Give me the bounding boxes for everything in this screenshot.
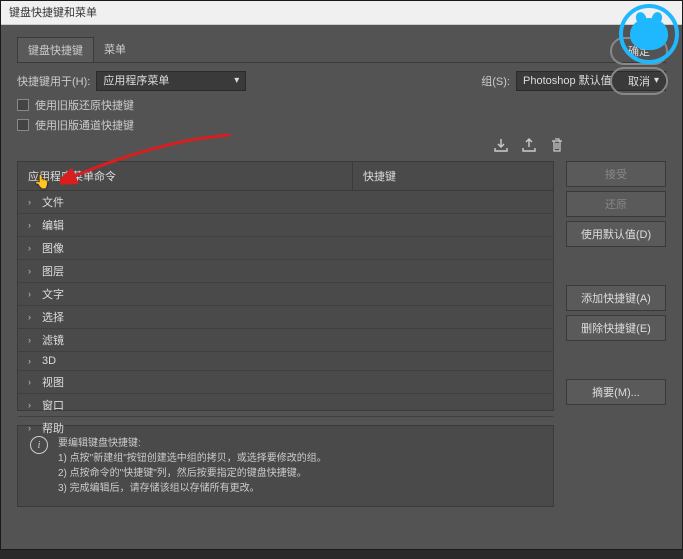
shortcuts-for-label: 快捷键用于(H): (17, 73, 90, 89)
chevron-right-icon: › (28, 312, 38, 322)
tree-item-7[interactable]: › 3D (18, 352, 553, 371)
delete-set-icon[interactable] (548, 137, 566, 153)
info-line-2: 2) 点按命令的"快捷键"列，然后按要指定的键盘快捷键。 (58, 466, 327, 481)
legacy-channel-label: 使用旧版通道快捷键 (35, 117, 134, 133)
tree-item-label: 窗口 (42, 397, 64, 413)
chevron-right-icon: › (28, 266, 38, 276)
table-header: 应用程序菜单命令 快捷键 (17, 161, 554, 191)
tab-shortcuts[interactable]: 键盘快捷键 (17, 37, 94, 62)
tree-item-5[interactable]: › 选择 (18, 306, 553, 329)
tree-item-8[interactable]: › 视图 (18, 371, 553, 394)
col-shortcut: 快捷键 (353, 162, 553, 190)
info-line-3: 3) 完成编辑后，请存储该组以存储所有更改。 (58, 481, 327, 496)
window-titlebar: 键盘快捷键和菜单 (1, 1, 682, 25)
tree-item-1[interactable]: › 编辑 (18, 214, 553, 237)
info-icon: i (30, 436, 48, 454)
info-line-1: 1) 点按"新建组"按钮创建选中组的拷贝，或选择要修改的组。 (58, 451, 327, 466)
chevron-right-icon: › (28, 220, 38, 230)
set-label: 组(S): (481, 73, 510, 89)
chevron-right-icon: › (28, 400, 38, 410)
add-shortcut-button[interactable]: 添加快捷键(A) (566, 285, 666, 311)
tree-item-9[interactable]: › 窗口 (18, 394, 553, 417)
tree-item-label: 帮助 (42, 420, 64, 436)
tree-item-label: 滤镜 (42, 332, 64, 348)
chevron-right-icon: › (28, 335, 38, 345)
summarize-button[interactable]: 摘要(M)... (566, 379, 666, 405)
info-box: i 要编辑键盘快捷键: 1) 点按"新建组"按钮创建选中组的拷贝，或选择要修改的… (17, 425, 554, 507)
window-title: 键盘快捷键和菜单 (9, 7, 97, 19)
legacy-channel-checkbox[interactable] (17, 119, 29, 131)
chevron-right-icon: › (28, 377, 38, 387)
undo-button[interactable]: 还原 (566, 191, 666, 217)
cancel-button[interactable]: 取消 (610, 67, 668, 95)
legacy-undo-label: 使用旧版还原快捷键 (35, 97, 134, 113)
tree-item-6[interactable]: › 滤镜 (18, 329, 553, 352)
tree-item-4[interactable]: › 文字 (18, 283, 553, 306)
chevron-right-icon: › (28, 243, 38, 253)
tree-item-label: 文字 (42, 286, 64, 302)
info-title: 要编辑键盘快捷键: (58, 436, 327, 451)
chevron-right-icon: › (28, 423, 38, 433)
tree-item-label: 图像 (42, 240, 64, 256)
tree-item-label: 图层 (42, 263, 64, 279)
use-default-button[interactable]: 使用默认值(D) (566, 221, 666, 247)
watermark-badge (619, 4, 679, 64)
command-tree[interactable]: ›文件›编辑›图像›图层›文字›选择›滤镜›3D›视图›窗口›帮助 (17, 191, 554, 411)
tree-item-2[interactable]: › 图像 (18, 237, 553, 260)
tabs: 键盘快捷键 菜单 (17, 37, 666, 63)
new-set-icon[interactable] (520, 137, 538, 153)
delete-shortcut-button[interactable]: 删除快捷键(E) (566, 315, 666, 341)
tree-item-3[interactable]: › 图层 (18, 260, 553, 283)
chevron-right-icon: › (28, 197, 38, 207)
shortcuts-for-select[interactable]: 应用程序菜单 (96, 71, 246, 91)
accept-button[interactable]: 接受 (566, 161, 666, 187)
tree-item-label: 文件 (42, 194, 64, 210)
tree-item-label: 选择 (42, 309, 64, 325)
chevron-right-icon: › (28, 356, 38, 366)
col-command: 应用程序菜单命令 (18, 162, 353, 190)
legacy-undo-checkbox[interactable] (17, 99, 29, 111)
tree-item-0[interactable]: › 文件 (18, 191, 553, 214)
chevron-right-icon: › (28, 289, 38, 299)
tree-item-label: 3D (42, 355, 56, 367)
save-set-icon[interactable] (492, 137, 510, 153)
tab-menus[interactable]: 菜单 (94, 37, 136, 62)
tree-item-label: 视图 (42, 374, 64, 390)
tree-item-label: 编辑 (42, 217, 64, 233)
